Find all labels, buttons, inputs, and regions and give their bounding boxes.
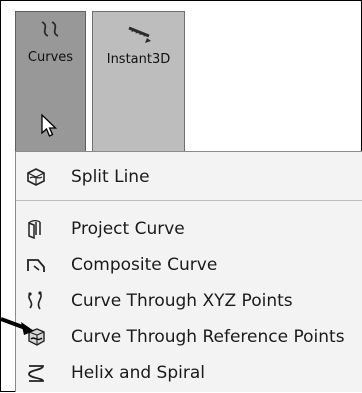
screenshot-frame: Curves Instant3D Split Line Project Curv… xyxy=(0,0,362,392)
annotation-arrow xyxy=(1,317,34,335)
